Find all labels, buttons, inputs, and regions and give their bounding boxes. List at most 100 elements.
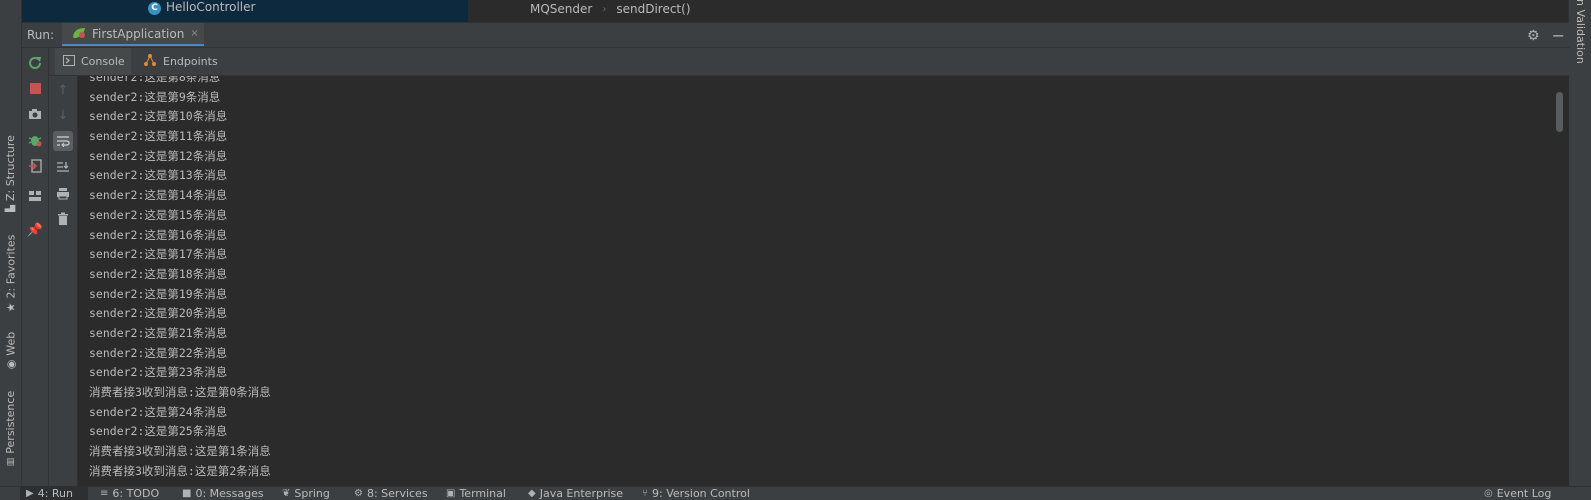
clear-all-button[interactable] <box>53 209 73 229</box>
project-tree-item[interactable]: C HelloController <box>22 0 468 22</box>
star-icon: ★ <box>4 302 18 312</box>
console-line: sender2:这是第16条消息 <box>89 227 228 242</box>
scroll-to-end-icon <box>57 162 69 172</box>
console-line: sender2:这是第10条消息 <box>89 109 228 124</box>
spring-icon: ❦ <box>282 488 291 499</box>
tab-web[interactable]: ◉ Web <box>0 326 21 374</box>
trash-icon <box>58 212 68 225</box>
run-label: Run: <box>27 28 55 42</box>
arrow-up-icon: ↑ <box>57 82 69 98</box>
stop-icon <box>29 82 41 94</box>
run-config-tab[interactable]: FirstApplication × <box>62 23 204 46</box>
tab-terminal[interactable]: ▣ Terminal <box>440 486 520 500</box>
version-control-icon: ⑂ <box>642 488 648 499</box>
console-lines: sender2:这是第8条消息 sender2:这是第9条消息 sender2:这是… <box>89 76 271 481</box>
console-line: sender2:这是第23条消息 <box>89 365 228 380</box>
run-config-name: FirstApplication <box>92 26 185 41</box>
tab-todo-label: 6: TODO <box>112 487 160 500</box>
console-line: sender2:这是第8条消息 <box>89 76 221 84</box>
breadcrumb-class[interactable]: MQSender <box>530 2 592 16</box>
console-line: sender2:这是第25条消息 <box>89 424 228 439</box>
tab-console[interactable]: Console <box>55 48 131 75</box>
tab-event-log[interactable]: ◎ Event Log <box>1478 486 1572 500</box>
rerun-icon <box>29 57 41 69</box>
console-icon <box>63 54 75 69</box>
pin-icon: 📌 <box>26 222 44 238</box>
layout-icon <box>29 191 41 201</box>
services-icon: ⚙ <box>354 488 363 499</box>
rerun-button[interactable] <box>25 52 45 72</box>
console-toolbar: ↑ ↓ <box>49 76 78 486</box>
left-tool-strip: ▙ Z: Structure ★ 2: Favorites ◉ Web ▥ Pe… <box>0 0 22 486</box>
layout-button[interactable] <box>25 186 45 206</box>
console-line: sender2:这是第20条消息 <box>89 306 228 321</box>
event-log-icon: ◎ <box>1484 488 1493 499</box>
console-output[interactable]: sender2:这是第8条消息 sender2:这是第9条消息 sender2:这是… <box>78 76 1569 486</box>
console-line: sender2:这是第22条消息 <box>89 345 228 360</box>
pin-button[interactable]: 📌 <box>25 220 45 240</box>
right-tool-strip: Bean Validation <box>1568 0 1591 486</box>
printer-icon <box>57 187 69 199</box>
tab-web-label: Web <box>4 331 17 356</box>
tab-bean-validation-label: Bean Validation <box>1574 0 1587 64</box>
tab-todo[interactable]: ≡ 6: TODO <box>94 486 170 500</box>
tab-java-enterprise[interactable]: ◆ Java Enterprise <box>522 486 630 500</box>
tab-services[interactable]: ⚙ 8: Services <box>348 486 436 500</box>
persistence-icon: ▥ <box>5 457 16 466</box>
console-line: sender2:这是第9条消息 <box>89 89 221 104</box>
console-line: sender2:这是第12条消息 <box>89 148 228 163</box>
tab-version-control-label: 9: Version Control <box>652 487 750 500</box>
tab-terminal-label: Terminal <box>459 487 506 500</box>
console-line: sender2:这是第21条消息 <box>89 325 228 340</box>
breadcrumb: MQSender › sendDirect() <box>530 2 691 16</box>
globe-icon: ◉ <box>4 359 17 369</box>
terminal-icon: ▣ <box>446 488 456 499</box>
bug-icon <box>28 136 42 147</box>
debug-button[interactable] <box>25 130 45 150</box>
tab-services-label: 8: Services <box>366 487 428 500</box>
scroll-up-button[interactable]: ↑ <box>53 80 73 100</box>
console-line: sender2:这是第11条消息 <box>89 129 228 144</box>
tab-structure[interactable]: ▙ Z: Structure <box>0 132 21 214</box>
bottom-tool-bar: ▶ 4: Run ≡ 6: TODO ■ 0: Messages ❦ Spring ⚙ 8: Se… <box>0 486 1591 500</box>
run-tool-window-header: Run: FirstApplication × ⚙ − <box>22 23 1569 48</box>
tab-console-label: Console <box>81 55 125 68</box>
tab-java-enterprise-label: Java Enterprise <box>539 487 624 500</box>
tab-endpoints[interactable]: Endpoints <box>135 48 221 75</box>
camera-icon <box>29 109 41 119</box>
scroll-down-button[interactable]: ↓ <box>53 105 73 125</box>
tab-run[interactable]: ▶ 4: Run <box>20 486 88 500</box>
endpoints-icon <box>143 53 157 70</box>
tab-bean-validation[interactable]: Bean Validation <box>1573 0 1587 75</box>
tab-persistence[interactable]: ▥ Persistence <box>0 386 21 470</box>
tab-event-log-label: Event Log <box>1496 487 1552 500</box>
print-button[interactable] <box>53 183 73 203</box>
tab-version-control[interactable]: ⑂ 9: Version Control <box>636 486 762 500</box>
tab-messages-label: 0: Messages <box>195 487 264 500</box>
tab-endpoints-label: Endpoints <box>163 55 218 68</box>
vertical-scrollbar[interactable] <box>1556 92 1563 132</box>
breadcrumb-method[interactable]: sendDirect() <box>616 2 690 16</box>
breadcrumb-separator-icon: › <box>602 3 607 15</box>
java-enterprise-icon: ◆ <box>528 488 536 499</box>
dump-threads-button[interactable] <box>25 104 45 124</box>
class-icon: C <box>148 2 161 15</box>
minimize-icon[interactable]: − <box>1552 26 1565 45</box>
soft-wrap-button[interactable] <box>53 131 73 151</box>
gear-icon[interactable]: ⚙ <box>1527 28 1540 44</box>
tab-spring-label: Spring <box>294 487 330 500</box>
exit-button[interactable] <box>25 156 45 176</box>
console-line: sender2:这是第17条消息 <box>89 247 228 262</box>
console-line: sender2:这是第24条消息 <box>89 404 228 419</box>
console-line: sender2:这是第15条消息 <box>89 207 228 222</box>
console-line: 消费者接3收到消息:这是第1条消息 <box>89 444 271 459</box>
tab-messages[interactable]: ■ 0: Messages <box>176 486 270 500</box>
scroll-to-end-button[interactable] <box>53 157 73 177</box>
tab-favorites[interactable]: ★ 2: Favorites <box>0 232 21 314</box>
editor-top-bar: C HelloController MQSender › sendDirect(… <box>22 0 1569 23</box>
tab-persistence-label: Persistence <box>4 390 17 454</box>
tab-spring[interactable]: ❦ Spring <box>276 486 346 500</box>
spring-boot-icon <box>72 24 86 43</box>
stop-button[interactable] <box>25 78 45 98</box>
close-icon[interactable]: × <box>190 28 198 39</box>
